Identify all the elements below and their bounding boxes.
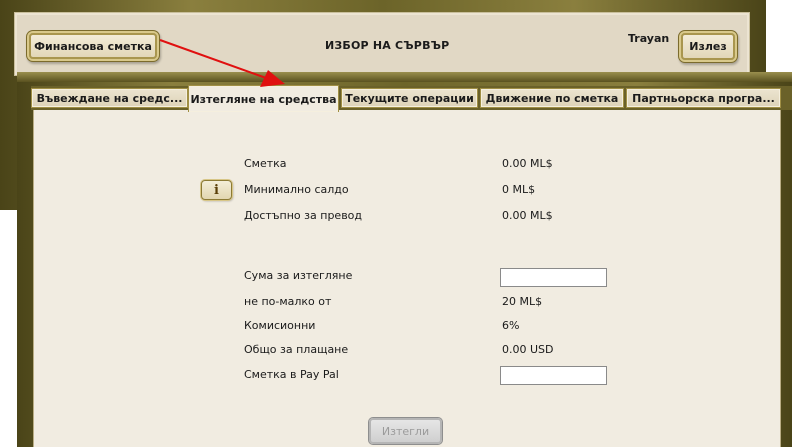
finance-account-button[interactable]: Финансова сметка [29,33,157,59]
paypal-label: Сметка в Pay Pal [244,368,339,381]
total-value: 0.00 USD [502,343,554,356]
commission-label: Комисионни [244,319,316,332]
account-value: 0.00 ML$ [502,157,553,170]
min-balance-value: 0 ML$ [502,183,536,196]
logout-button[interactable]: Излез [681,33,735,60]
info-button[interactable]: i [201,180,232,200]
min-balance-label: Минимално салдо [244,183,349,196]
available-label: Достъпно за превод [244,209,363,222]
withdraw-button[interactable]: Изтегли [369,418,442,444]
minimum-value: 20 ML$ [502,295,543,308]
minimum-label: не по-малко от [244,295,332,308]
commission-value: 6% [502,319,520,332]
tab-partner-program[interactable]: Партньорска програ... [626,88,781,108]
username-label: Trayan [628,32,670,45]
available-value: 0.00 ML$ [502,209,553,222]
total-label: Общо за плащане [244,343,349,356]
info-icon: i [214,182,219,198]
amount-label: Сума за изтегляне [244,269,353,282]
account-label: Сметка [244,157,287,170]
paypal-account-input[interactable] [500,366,607,385]
amount-input[interactable] [500,268,607,287]
tab-current-operations[interactable]: Текущите операции [341,88,478,108]
withdraw-panel [33,110,781,447]
tab-account-movement[interactable]: Движение по сметка [480,88,624,108]
server-select-title[interactable]: ИЗБОР НА СЪРВЪР [325,39,449,52]
tab-deposit[interactable]: Въвеждане на средс... [31,88,188,108]
header-panel: Финансова сметка ИЗБОР НА СЪРВЪР Trayan … [14,12,750,76]
tab-withdraw[interactable]: Изтегляне на средства [188,85,339,112]
